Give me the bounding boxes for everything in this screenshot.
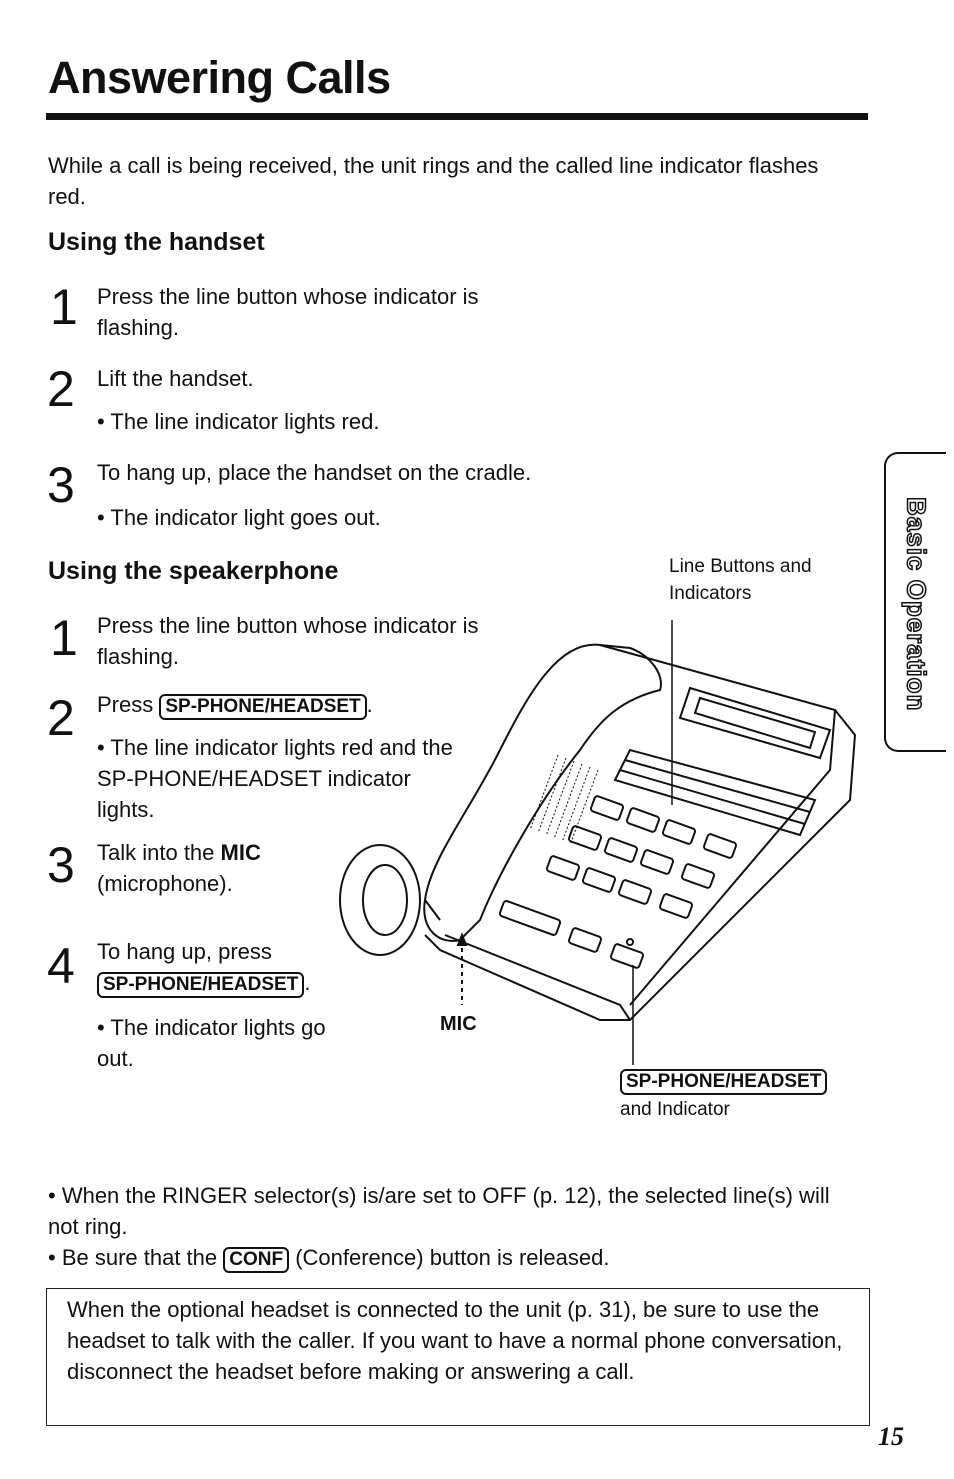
section-tab-label: Basic Operation xyxy=(901,496,933,712)
handset-step-2-text: Lift the handset. xyxy=(97,366,254,391)
conf-note: • Be sure that the CONF (Conference) but… xyxy=(48,1242,848,1273)
telephone-illustration xyxy=(339,620,857,1065)
handset-step-2-bullet: • The line indicator lights red. xyxy=(97,409,380,434)
headset-note-box: When the optional headset is connected t… xyxy=(46,1288,870,1426)
speaker-step-4-number: 4 xyxy=(47,938,75,994)
speaker-step-4-bullet: • The indicator lights go out. xyxy=(97,1015,326,1071)
ringer-note: • When the RINGER selector(s) is/are set… xyxy=(48,1183,830,1239)
sp-phone-label-suffix: and Indicator xyxy=(620,1099,730,1120)
speaker-step-3-text: Talk into the MIC (microphone). xyxy=(97,837,297,899)
speaker-step-4-text: To hang up, press SP-PHONE/HEADSET. xyxy=(97,936,357,998)
phone-base-front-edge xyxy=(444,934,631,1021)
conf-key: CONF xyxy=(223,1247,290,1273)
section-tab: Basic Operation xyxy=(884,452,946,752)
sp-phone-headset-key: SP-PHONE/HEADSET xyxy=(97,972,305,998)
speaker-step-3-suffix: (microphone). xyxy=(97,871,233,896)
title-rule xyxy=(46,113,868,120)
speaker-step-1-number: 1 xyxy=(50,610,78,666)
conf-note-prefix: • Be sure that the xyxy=(48,1245,224,1270)
speaker-step-4-prefix: To hang up, press xyxy=(97,939,272,964)
coiled-cord xyxy=(339,844,441,956)
speaker-step-2-number: 2 xyxy=(47,690,75,746)
handset-step-2-number: 2 xyxy=(47,361,75,417)
keypad xyxy=(498,795,737,969)
headset-note-text: When the optional headset is connected t… xyxy=(67,1297,843,1384)
intro-text: While a call is being received, the unit… xyxy=(48,153,819,209)
page-title: Answering Calls xyxy=(48,52,391,103)
handset-step-3-number: 3 xyxy=(47,457,75,513)
handset-step-1-number: 1 xyxy=(50,279,78,335)
speaker-step-4-suffix: . xyxy=(304,970,311,995)
speakerphone-heading: Using the speakerphone xyxy=(48,557,339,585)
page-number: 15 xyxy=(878,1422,904,1451)
handset-step-3-text: To hang up, place the handset on the cra… xyxy=(97,460,532,485)
handset-step-3-bullet: • The indicator light goes out. xyxy=(97,505,381,530)
handset-heading: Using the handset xyxy=(48,228,265,256)
sp-phone-headset-button xyxy=(610,943,644,969)
conf-note-suffix: (Conference) button is released. xyxy=(289,1245,610,1270)
speaker-step-3-number: 3 xyxy=(47,837,75,893)
handset-step-1-text: Press the line button whose indicator is… xyxy=(97,284,479,340)
mic-bold: MIC xyxy=(220,840,261,865)
speaker-step-2-prefix: Press xyxy=(97,692,160,717)
line-buttons-label: Line Buttons and Indicators xyxy=(669,556,812,604)
speaker-step-3-prefix: Talk into the xyxy=(97,840,221,865)
